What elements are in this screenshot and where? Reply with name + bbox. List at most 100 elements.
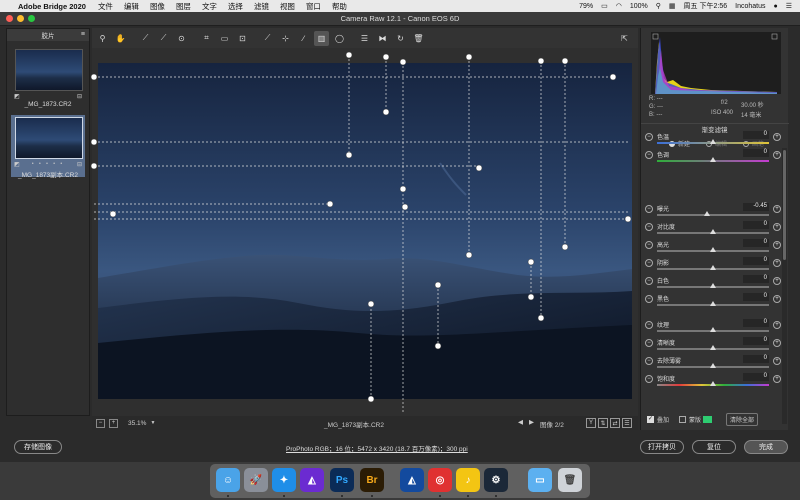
- filter-pin[interactable]: [434, 342, 442, 350]
- plus-icon[interactable]: +: [773, 277, 781, 285]
- filter-pin[interactable]: [382, 108, 390, 116]
- slider-value[interactable]: -0.45: [743, 203, 769, 211]
- slider-row[interactable]: − 饱和度 0 +: [643, 372, 785, 390]
- volume-label[interactable]: 100%: [630, 3, 648, 10]
- menu-edit[interactable]: 编辑: [124, 1, 139, 12]
- color-sampler-icon[interactable]: ⟋: [156, 31, 171, 46]
- graduated-filter-icon[interactable]: ▥: [314, 30, 329, 46]
- filter-pin[interactable]: [90, 162, 98, 170]
- before-after-icon[interactable]: ⇅: [598, 418, 608, 428]
- slider-row[interactable]: − 白色 0 +: [643, 274, 785, 292]
- rotate-ccw-icon[interactable]: ⧓: [375, 31, 390, 46]
- menu-type[interactable]: 文字: [202, 1, 217, 12]
- filter-pin[interactable]: [399, 58, 407, 66]
- minus-icon[interactable]: −: [645, 259, 653, 267]
- menu-view[interactable]: 视图: [280, 1, 295, 12]
- launchpad-icon[interactable]: 🚀: [244, 468, 268, 492]
- filter-pin[interactable]: [382, 53, 390, 61]
- target-adjust-icon[interactable]: ⊙: [174, 31, 189, 46]
- filter-pin[interactable]: [367, 395, 375, 403]
- plus-icon[interactable]: +: [773, 223, 781, 231]
- steam-icon[interactable]: ⚙: [484, 468, 508, 492]
- filter-pin[interactable]: [90, 138, 98, 146]
- filmstrip-menu-icon[interactable]: ≡: [81, 31, 85, 38]
- slider-thumb[interactable]: [710, 301, 716, 306]
- slider-row[interactable]: − 纹理 0 +: [643, 318, 785, 336]
- affinity-photo-icon[interactable]: ◭: [300, 468, 324, 492]
- flag-icon[interactable]: ▦: [669, 2, 676, 10]
- red-eye-icon[interactable]: ⊹: [278, 31, 293, 46]
- user-icon[interactable]: ●: [773, 3, 777, 10]
- next-image-icon[interactable]: ▶: [529, 418, 534, 426]
- minus-icon[interactable]: −: [645, 357, 653, 365]
- filter-pin[interactable]: [527, 258, 535, 266]
- slider-thumb[interactable]: [710, 327, 716, 332]
- filter-pin[interactable]: [609, 73, 617, 81]
- trash-icon[interactable]: 🗑: [411, 31, 426, 46]
- plus-icon[interactable]: +: [773, 339, 781, 347]
- slider-row[interactable]: − 去除薄雾 0 +: [643, 354, 785, 372]
- preview-photo[interactable]: [98, 63, 632, 399]
- slider-thumb[interactable]: [710, 265, 716, 270]
- slider-value[interactable]: 0: [743, 293, 769, 301]
- zoom-level[interactable]: 35.1%: [128, 420, 146, 427]
- straighten-icon[interactable]: ▭: [217, 31, 232, 46]
- filmstrip-item-1[interactable]: ◩ ⊟ _MG_1873.CR2: [11, 47, 85, 109]
- filter-pin[interactable]: [90, 73, 98, 81]
- mask-checkbox[interactable]: [679, 415, 687, 423]
- slider-value[interactable]: 0: [743, 221, 769, 229]
- white-balance-icon[interactable]: ⟋: [138, 31, 153, 46]
- menu-layer[interactable]: 图层: [176, 1, 191, 12]
- zoom-icon[interactable]: ⚲: [95, 31, 110, 46]
- netease-music-icon[interactable]: ◎: [428, 468, 452, 492]
- photoshop-icon[interactable]: Ps: [330, 468, 354, 492]
- slider-value[interactable]: 0: [743, 337, 769, 345]
- user-name[interactable]: Incohatus: [735, 3, 765, 10]
- swap-icon[interactable]: ⇄: [610, 418, 620, 428]
- filter-pin[interactable]: [345, 151, 353, 159]
- minus-icon[interactable]: −: [645, 151, 653, 159]
- filter-pin[interactable]: [345, 51, 353, 59]
- zoom-in-button[interactable]: +: [109, 418, 118, 428]
- slider-value[interactable]: 0: [743, 131, 769, 139]
- plus-icon[interactable]: +: [773, 205, 781, 213]
- bridge-icon[interactable]: Br: [360, 468, 384, 492]
- minus-icon[interactable]: −: [645, 223, 653, 231]
- folder-icon[interactable]: ▭: [528, 468, 552, 492]
- zoom-out-button[interactable]: −: [96, 418, 105, 428]
- slider-thumb[interactable]: [710, 229, 716, 234]
- adjustment-brush-icon[interactable]: ∕: [296, 31, 311, 46]
- transform-icon[interactable]: ⊡: [235, 31, 250, 46]
- minus-icon[interactable]: −: [645, 133, 653, 141]
- plus-icon[interactable]: +: [773, 357, 781, 365]
- search-icon[interactable]: ⚲: [656, 2, 661, 10]
- slider-value[interactable]: 0: [743, 257, 769, 265]
- filter-pin[interactable]: [561, 243, 569, 251]
- filter-pin[interactable]: [465, 251, 473, 259]
- plus-icon[interactable]: +: [773, 321, 781, 329]
- filter-pin[interactable]: [109, 210, 117, 218]
- menu-filter[interactable]: 滤镜: [254, 1, 269, 12]
- trash-icon[interactable]: 🗑: [558, 468, 582, 492]
- filter-pin[interactable]: [537, 57, 545, 65]
- slider-row[interactable]: − 阴影 0 +: [643, 256, 785, 274]
- workflow-options-link[interactable]: ProPhoto RGB；16 位；5472 x 3420 (18.7 百万像素…: [286, 443, 468, 453]
- plus-icon[interactable]: +: [773, 133, 781, 141]
- menu-app-name[interactable]: Adobe Bridge 2020: [18, 2, 86, 11]
- filter-pin[interactable]: [401, 203, 409, 211]
- zoom-dropdown-icon[interactable]: ▼: [150, 420, 155, 426]
- menu-help[interactable]: 帮助: [332, 1, 347, 12]
- slider-row[interactable]: − 曝光 -0.45 +: [643, 202, 785, 220]
- slider-value[interactable]: 0: [743, 373, 769, 381]
- minus-icon[interactable]: −: [645, 205, 653, 213]
- filter-pin[interactable]: [624, 215, 632, 223]
- slider-row[interactable]: − 黑色 0 +: [643, 292, 785, 310]
- minus-icon[interactable]: −: [645, 321, 653, 329]
- save-image-button[interactable]: 存储图像: [14, 440, 62, 454]
- menu-file[interactable]: 文件: [98, 1, 113, 12]
- notification-icon[interactable]: ☰: [786, 2, 792, 10]
- plus-icon[interactable]: +: [773, 375, 781, 383]
- view-y-button[interactable]: Y: [586, 418, 596, 428]
- battery-icon[interactable]: ▭: [601, 2, 608, 10]
- slider-thumb[interactable]: [710, 283, 716, 288]
